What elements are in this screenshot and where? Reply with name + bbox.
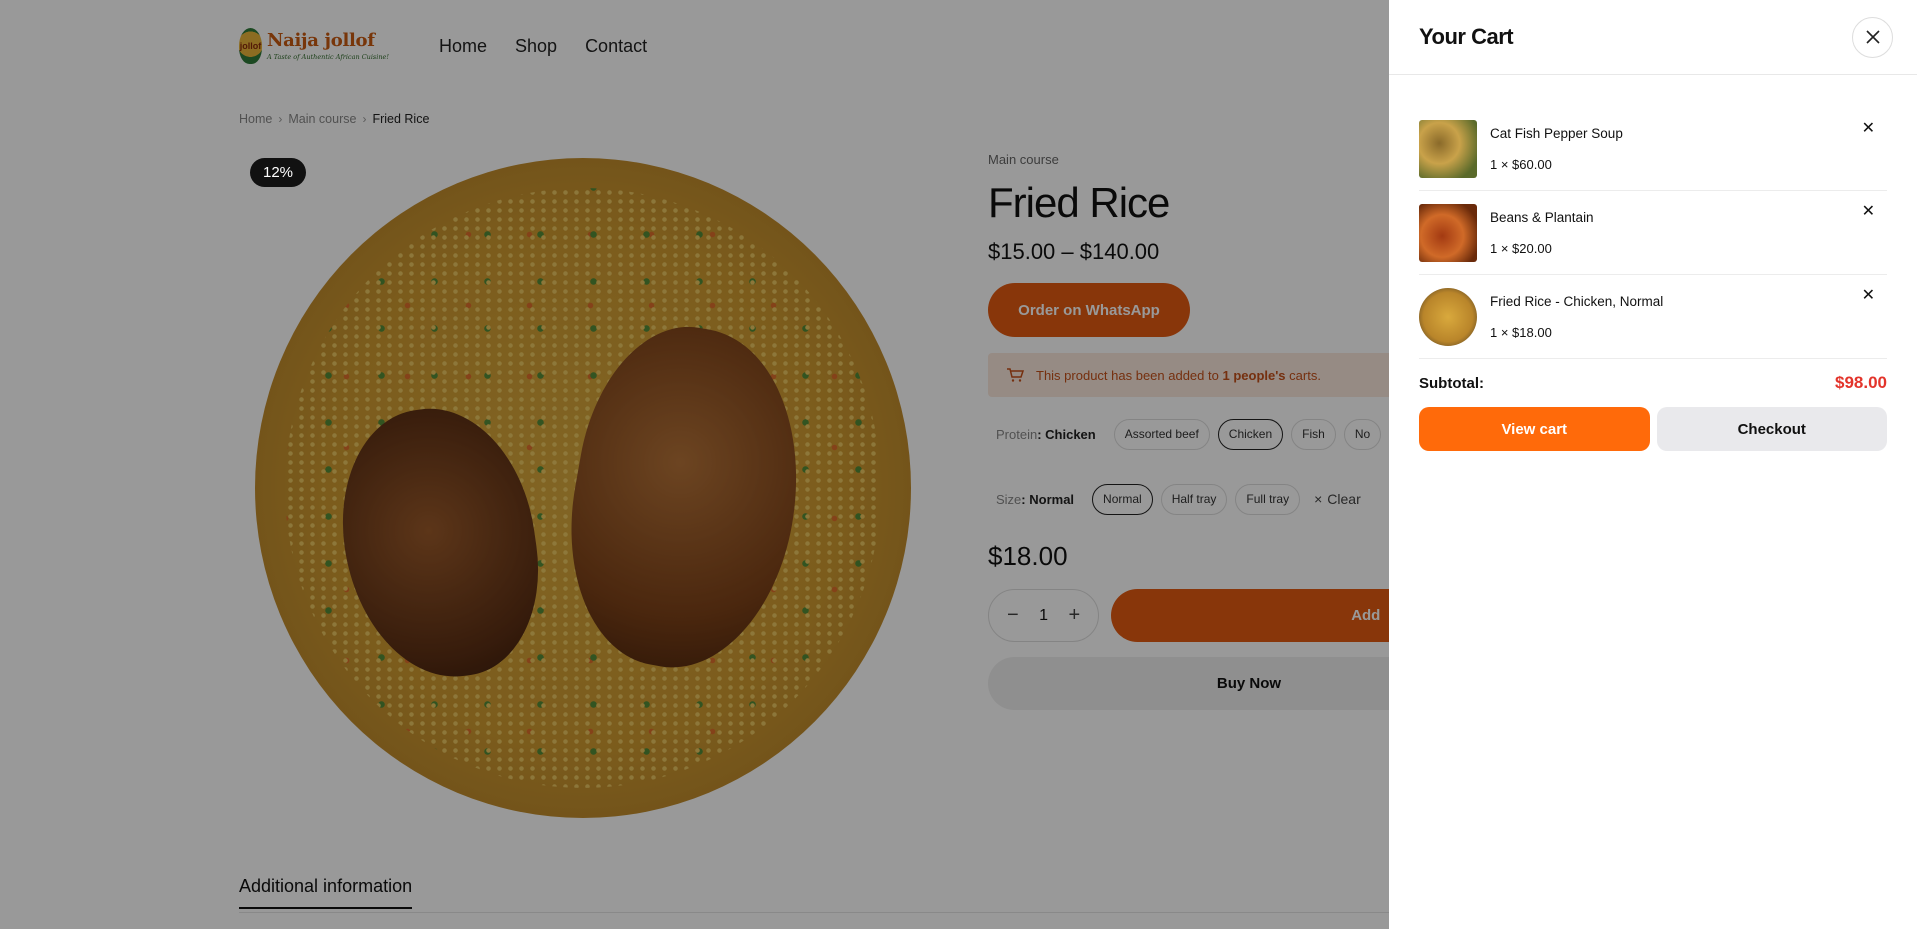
cart-item: Fried Rice - Chicken, Normal 1 × $18.00 … (1419, 275, 1887, 359)
cart-item-name[interactable]: Cat Fish Pepper Soup (1490, 126, 1623, 141)
cart-subtotal: Subtotal: $98.00 (1389, 373, 1917, 393)
remove-icon[interactable]: ✕ (1862, 285, 1875, 305)
cart-actions: View cart Checkout (1389, 407, 1917, 451)
cart-item-price: 1 × $18.00 (1490, 324, 1552, 340)
remove-icon[interactable]: ✕ (1862, 201, 1875, 221)
cart-item: Cat Fish Pepper Soup 1 × $60.00 ✕ (1419, 108, 1887, 191)
cart-drawer: Your Cart Cat Fish Pepper Soup 1 × $60.0… (1389, 0, 1917, 929)
discount-badge: 12% (250, 158, 307, 187)
cart-item-name[interactable]: Beans & Plantain (1490, 210, 1594, 225)
cart-header: Your Cart (1389, 0, 1917, 75)
cart-item-price: 1 × $20.00 (1490, 240, 1552, 256)
checkout-button[interactable]: Checkout (1656, 407, 1887, 451)
subtotal-value: $98.00 (1835, 373, 1887, 392)
view-cart-button[interactable]: View cart (1419, 407, 1650, 451)
subtotal-label: Subtotal: (1419, 374, 1484, 392)
cart-item-thumbnail[interactable] (1419, 120, 1477, 178)
cart-item: Beans & Plantain 1 × $20.00 ✕ (1419, 191, 1887, 275)
cart-item-thumbnail[interactable] (1419, 203, 1477, 262)
cart-item-thumbnail[interactable] (1419, 287, 1477, 346)
cart-title: Your Cart (1419, 24, 1514, 49)
close-icon[interactable] (1852, 16, 1893, 58)
cart-item-name[interactable]: Fried Rice - Chicken, Normal (1490, 294, 1663, 309)
remove-icon[interactable]: ✕ (1862, 118, 1875, 138)
cart-item-price: 1 × $60.00 (1490, 157, 1552, 172)
cart-items: Cat Fish Pepper Soup 1 × $60.00 ✕ Beans … (1389, 108, 1917, 359)
